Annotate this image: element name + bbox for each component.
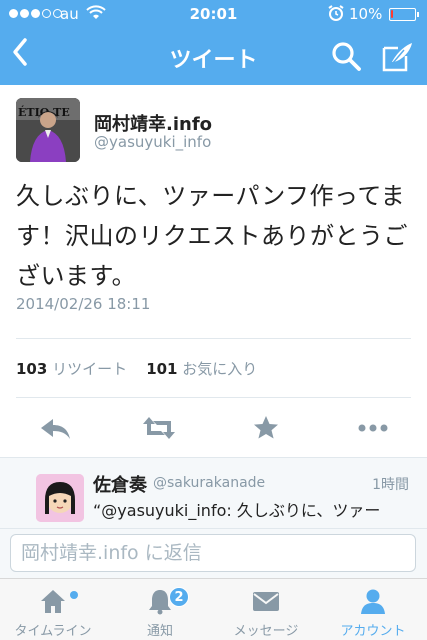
retweet-icon[interactable] (141, 413, 177, 443)
tweet-detail-screen: au 20:01 10% ツイート ÉTIO TE 岡村靖幸.info @yas… (0, 0, 427, 640)
reply-avatar[interactable] (36, 474, 84, 522)
more-icon[interactable] (355, 413, 391, 443)
search-icon[interactable] (330, 40, 362, 72)
tab-label: メッセージ (233, 624, 299, 639)
reply-author-handle: @sakurakanade (153, 475, 266, 491)
status-bar: au 20:01 10% (0, 0, 427, 28)
tweet-actions (0, 405, 427, 455)
person-icon (361, 589, 385, 614)
tab-account[interactable]: アカウント (320, 579, 426, 640)
tab-timeline[interactable]: タイムライン (0, 579, 106, 640)
tab-notifications[interactable]: 2 通知 (107, 579, 213, 640)
home-icon (41, 590, 65, 613)
reply-list-item[interactable]: 佐倉奏 @sakurakanade 1時間 “@yasuyuki_info: 久… (0, 458, 427, 528)
reply-text: “@yasuyuki_info: 久しぶりに、ツァー (93, 501, 381, 520)
envelope-icon (253, 592, 279, 611)
reply-input[interactable] (10, 534, 416, 572)
reply-icon[interactable] (37, 413, 73, 443)
tweet-text: 久しぶりに、ツァーパンフ作ってます！沢山のリクエストありがとうございます。 (16, 182, 408, 290)
favorite-label[interactable]: お気に入り (182, 360, 257, 378)
navigation-bar: ツイート (0, 28, 427, 85)
reply-author-name: 佐倉奏 (93, 475, 147, 496)
top-bar: au 20:01 10% ツイート (0, 0, 427, 85)
tab-bar: タイムライン 2 通知 メッセージ アカウント (0, 578, 427, 640)
retweet-label[interactable]: リツイート (52, 360, 127, 378)
avatar-image: ÉTIO TE (16, 98, 80, 162)
reply-composer (0, 528, 427, 578)
page-title: ツイート (169, 48, 258, 73)
tab-label: アカウント (340, 624, 406, 639)
favorite-count[interactable]: 101 (146, 360, 177, 378)
battery-percent: 10% (349, 5, 383, 23)
tab-label: タイムライン (14, 624, 92, 639)
battery-icon (389, 8, 419, 21)
divider (16, 338, 411, 339)
favorite-star-icon[interactable] (248, 413, 284, 443)
avatar[interactable]: ÉTIO TE (16, 98, 80, 162)
notification-badge: 2 (169, 587, 189, 607)
compose-icon[interactable] (380, 40, 414, 74)
tab-messages[interactable]: メッセージ (213, 579, 319, 640)
reply-timestamp: 1時間 (372, 477, 409, 493)
tab-label: 通知 (146, 624, 173, 639)
retweet-count[interactable]: 103 (16, 360, 47, 378)
divider (16, 397, 411, 398)
new-content-dot (70, 591, 78, 599)
alarm-clock-icon (328, 5, 344, 21)
battery-level-fill (391, 10, 393, 18)
author-handle[interactable]: @yasuyuki_info (94, 133, 211, 151)
reply-avatar-image (36, 474, 84, 522)
tweet-stats: 103 リツイート 101 お気に入り (16, 358, 257, 379)
tweet-timestamp: 2014/02/26 18:11 (16, 295, 151, 313)
